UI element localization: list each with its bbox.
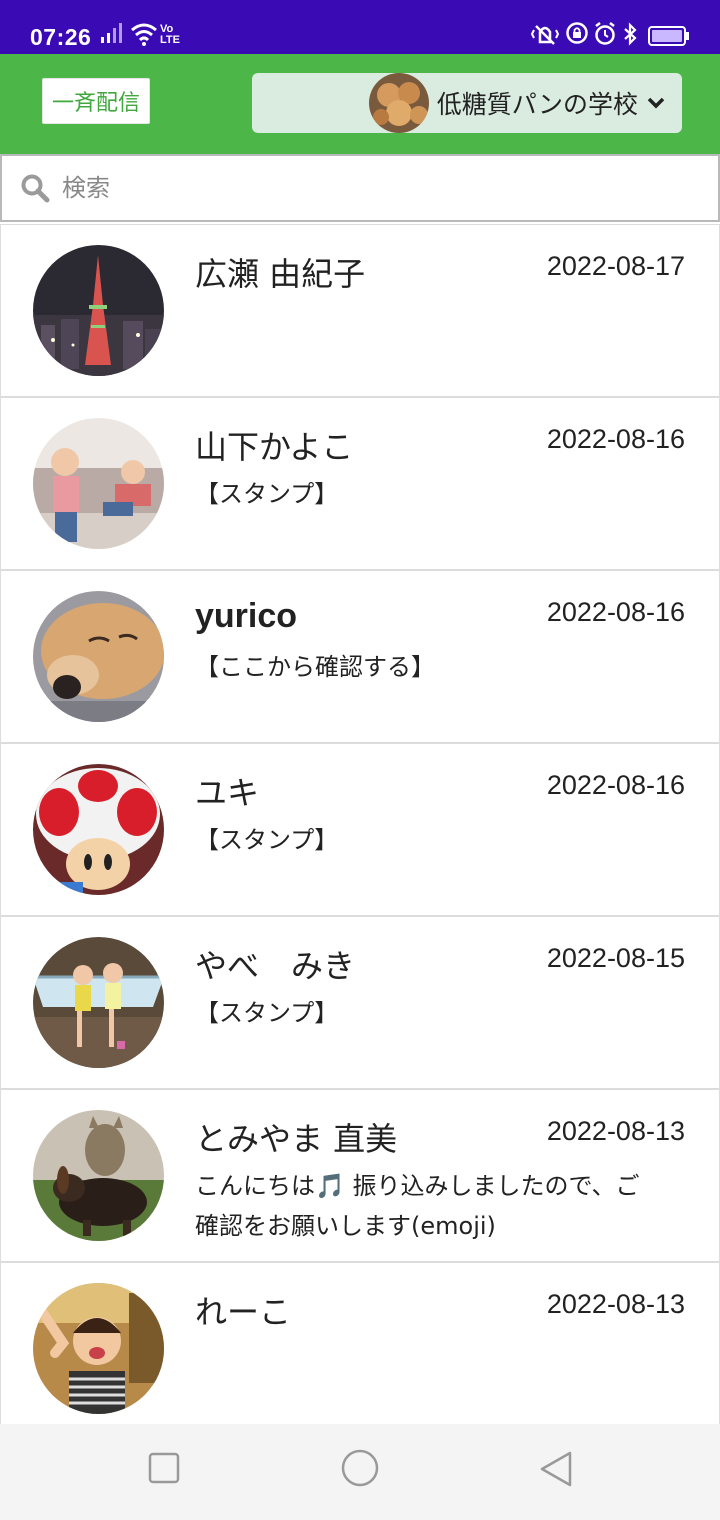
account-avatar xyxy=(368,73,429,133)
search-icon xyxy=(21,174,50,203)
contact-name: れーこ xyxy=(195,1293,292,1331)
contact-name: 広瀬 由紀子 xyxy=(195,255,366,293)
contact-name: 山下かよこ xyxy=(195,428,354,466)
alarm-icon xyxy=(595,22,615,45)
contact-name: ユキ xyxy=(195,774,260,812)
contact-name: やべ みき xyxy=(195,947,356,985)
chevron-down-icon xyxy=(647,97,665,109)
avatar xyxy=(33,245,164,376)
message-date: 2022-08-17 xyxy=(546,251,685,281)
back-button[interactable] xyxy=(538,1450,574,1488)
account-name: 低糖質パンの学校 xyxy=(436,90,638,119)
message-date: 2022-08-16 xyxy=(546,770,685,800)
avatar xyxy=(33,1283,164,1414)
message-preview: 【スタンプ】 xyxy=(195,999,339,1027)
list-item[interactable]: とみやま 直美 2022-08-13 こんにちは🎵 振り込みしましたので、ご確認… xyxy=(1,1090,719,1263)
message-preview: 【ここから確認する】 xyxy=(195,653,435,681)
list-item[interactable]: 広瀬 由紀子 2022-08-17 xyxy=(1,225,719,398)
message-date: 2022-08-13 xyxy=(546,1289,685,1319)
search-input[interactable] xyxy=(62,174,662,202)
signal-icon xyxy=(101,23,122,43)
status-bar: 07:26 Vo LTE xyxy=(0,0,720,54)
list-item[interactable]: ユキ 2022-08-16 【スタンプ】 xyxy=(1,744,719,917)
wifi-icon xyxy=(131,23,157,46)
message-date: 2022-08-16 xyxy=(546,424,685,454)
app-header: 一斉配信 低糖質パンの学校 xyxy=(0,54,720,154)
message-preview: こんにちは🎵 振り込みしましたので、ご確認をお願いします(emoji) xyxy=(195,1172,640,1240)
list-item[interactable]: れーこ 2022-08-13 xyxy=(1,1263,719,1424)
vibrate-icon xyxy=(530,25,560,45)
list-item[interactable]: yurico 2022-08-16 【ここから確認する】 xyxy=(1,571,719,744)
battery-icon xyxy=(648,26,689,46)
message-date: 2022-08-16 xyxy=(546,597,685,627)
broadcast-button[interactable]: 一斉配信 xyxy=(42,78,150,124)
conversation-list: 広瀬 由紀子 2022-08-17 山下かよこ 2022-08-16 【スタンプ… xyxy=(0,224,720,1424)
bluetooth-icon xyxy=(624,22,637,46)
search-bar xyxy=(0,154,720,222)
message-date: 2022-08-13 xyxy=(546,1116,685,1146)
recents-button[interactable] xyxy=(148,1452,180,1484)
avatar xyxy=(33,418,164,549)
list-item[interactable]: 山下かよこ 2022-08-16 【スタンプ】 xyxy=(1,398,719,571)
list-item[interactable]: やべ みき 2022-08-15 【スタンプ】 xyxy=(1,917,719,1090)
lock-icon xyxy=(566,22,588,44)
avatar xyxy=(33,764,164,895)
avatar xyxy=(33,591,164,722)
message-date: 2022-08-15 xyxy=(546,943,685,973)
home-button[interactable] xyxy=(340,1448,380,1488)
volte-label-bottom: LTE xyxy=(160,34,180,46)
avatar xyxy=(33,937,164,1068)
account-selector[interactable]: 低糖質パンの学校 xyxy=(252,73,682,133)
avatar xyxy=(33,1110,164,1241)
contact-name: とみやま 直美 xyxy=(195,1120,398,1158)
status-time: 07:26 xyxy=(30,24,92,50)
system-nav-bar xyxy=(0,1424,720,1520)
message-preview: 【スタンプ】 xyxy=(195,826,339,854)
volte-icon: Vo LTE xyxy=(160,24,180,46)
contact-name: yurico xyxy=(195,597,298,635)
message-preview: 【スタンプ】 xyxy=(195,480,339,508)
